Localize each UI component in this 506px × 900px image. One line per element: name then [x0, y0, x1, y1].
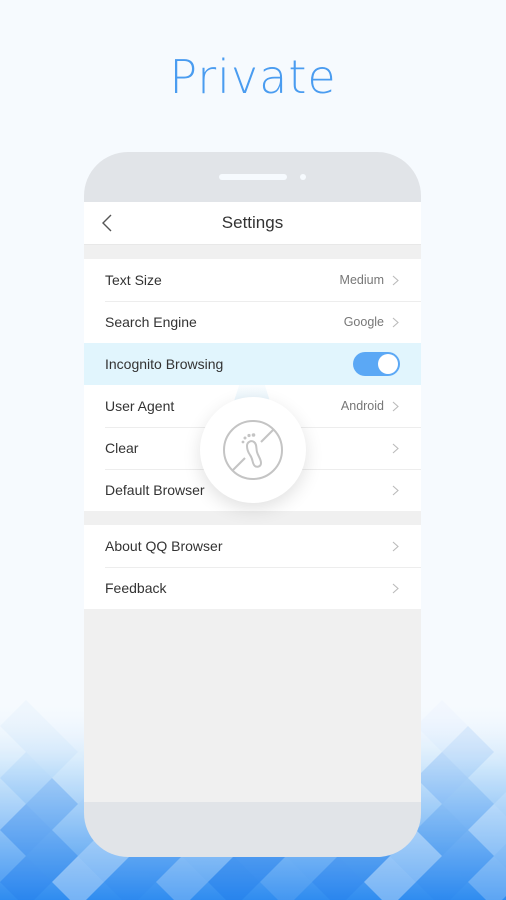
chevron-right-icon	[392, 275, 399, 285]
chevron-right-icon	[392, 541, 399, 551]
incognito-toggle[interactable]	[353, 352, 400, 376]
row-label: Incognito Browsing	[105, 356, 224, 372]
row-incognito-browsing[interactable]: Incognito Browsing	[84, 343, 421, 385]
row-label: Search Engine	[105, 314, 197, 330]
row-label: Clear	[105, 440, 139, 456]
no-footprint-icon	[223, 420, 283, 480]
row-about-qq-browser[interactable]: About QQ Browser	[84, 525, 421, 567]
chevron-right-icon	[392, 485, 399, 495]
row-label: Feedback	[105, 580, 167, 596]
row-feedback[interactable]: Feedback	[84, 567, 421, 609]
settings-screen: Settings Text Size Medium Search Engine …	[84, 202, 421, 802]
phone-speaker	[219, 174, 287, 180]
incognito-badge	[200, 397, 306, 503]
chevron-right-icon	[392, 401, 399, 411]
row-text-size[interactable]: Text Size Medium	[84, 259, 421, 301]
toggle-knob	[378, 354, 398, 374]
row-value: Android	[340, 399, 384, 413]
row-label: About QQ Browser	[105, 538, 223, 554]
chevron-right-icon	[392, 443, 399, 453]
row-label: User Agent	[105, 398, 175, 414]
headline-title: Private	[169, 50, 337, 104]
settings-group-about: About QQ Browser Feedback	[84, 525, 421, 609]
chevron-right-icon	[392, 317, 399, 327]
chevron-right-icon	[392, 583, 399, 593]
phone-mockup: Settings Text Size Medium Search Engine …	[84, 152, 421, 857]
row-value: Medium	[339, 273, 384, 287]
row-label: Default Browser	[105, 482, 205, 498]
row-value: Google	[343, 315, 384, 329]
page-title: Settings	[221, 213, 284, 232]
row-label: Text Size	[105, 272, 162, 288]
row-search-engine[interactable]: Search Engine Google	[84, 301, 421, 343]
phone-camera	[300, 174, 306, 180]
title-bar: Settings	[84, 202, 421, 245]
